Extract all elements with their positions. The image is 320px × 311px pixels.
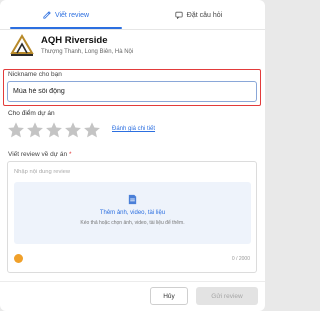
- project-address: Thượng Thanh, Long Biên, Hà Nội: [41, 49, 134, 55]
- cancel-button[interactable]: Hủy: [150, 287, 188, 305]
- tab-ask-question[interactable]: Đặt câu hỏi: [132, 0, 265, 30]
- upload-title: Thêm ảnh, video, tài liệu: [99, 210, 166, 216]
- review-modal: Viết review Đặt câu hỏi AQH Riverside Th…: [0, 0, 265, 311]
- required-mark: *: [68, 151, 72, 158]
- detailed-rating-link[interactable]: Đánh giá chi tiết: [112, 126, 155, 132]
- project-logo-icon: [10, 34, 34, 56]
- rating-label: Cho điểm dự án: [8, 110, 55, 117]
- project-header: AQH Riverside Thượng Thanh, Long Biên, H…: [8, 33, 258, 63]
- star-3-icon[interactable]: [45, 121, 63, 139]
- review-textarea[interactable]: Nhập nội dung review Thêm ảnh, video, tà…: [7, 161, 257, 273]
- document-icon: [128, 194, 137, 205]
- nickname-input[interactable]: [7, 81, 257, 102]
- star-4-icon[interactable]: [64, 121, 82, 139]
- question-icon: [175, 11, 183, 19]
- review-label-text: Viết review về dự án: [8, 151, 68, 158]
- active-tab-indicator: [10, 27, 122, 29]
- star-2-icon[interactable]: [26, 121, 44, 139]
- nickname-label: Nickname cho bạn: [8, 71, 62, 78]
- character-counter: 0 / 2000: [231, 256, 250, 262]
- submit-review-button[interactable]: Gửi review: [196, 287, 258, 305]
- upload-subtitle: Kéo thả hoặc chọn ảnh, video, tài liệu đ…: [80, 220, 185, 226]
- tab-ask-question-label: Đặt câu hỏi: [186, 11, 223, 19]
- tab-bar: Viết review Đặt câu hỏi: [0, 0, 265, 30]
- footer-divider: [0, 281, 265, 282]
- review-placeholder: Nhập nội dung review: [14, 169, 71, 175]
- star-5-icon[interactable]: [83, 121, 101, 139]
- media-upload-area[interactable]: Thêm ảnh, video, tài liệu Kéo thả hoặc c…: [14, 182, 251, 244]
- tab-write-review[interactable]: Viết review: [0, 0, 132, 30]
- edit-icon: [43, 11, 51, 19]
- tab-write-review-label: Viết review: [54, 11, 90, 19]
- star-1-icon[interactable]: [7, 121, 25, 139]
- review-label: Viết review về dự án *: [8, 151, 72, 158]
- project-name: AQH Riverside: [41, 35, 108, 46]
- star-rating: [7, 121, 101, 141]
- emoji-icon[interactable]: [14, 254, 23, 263]
